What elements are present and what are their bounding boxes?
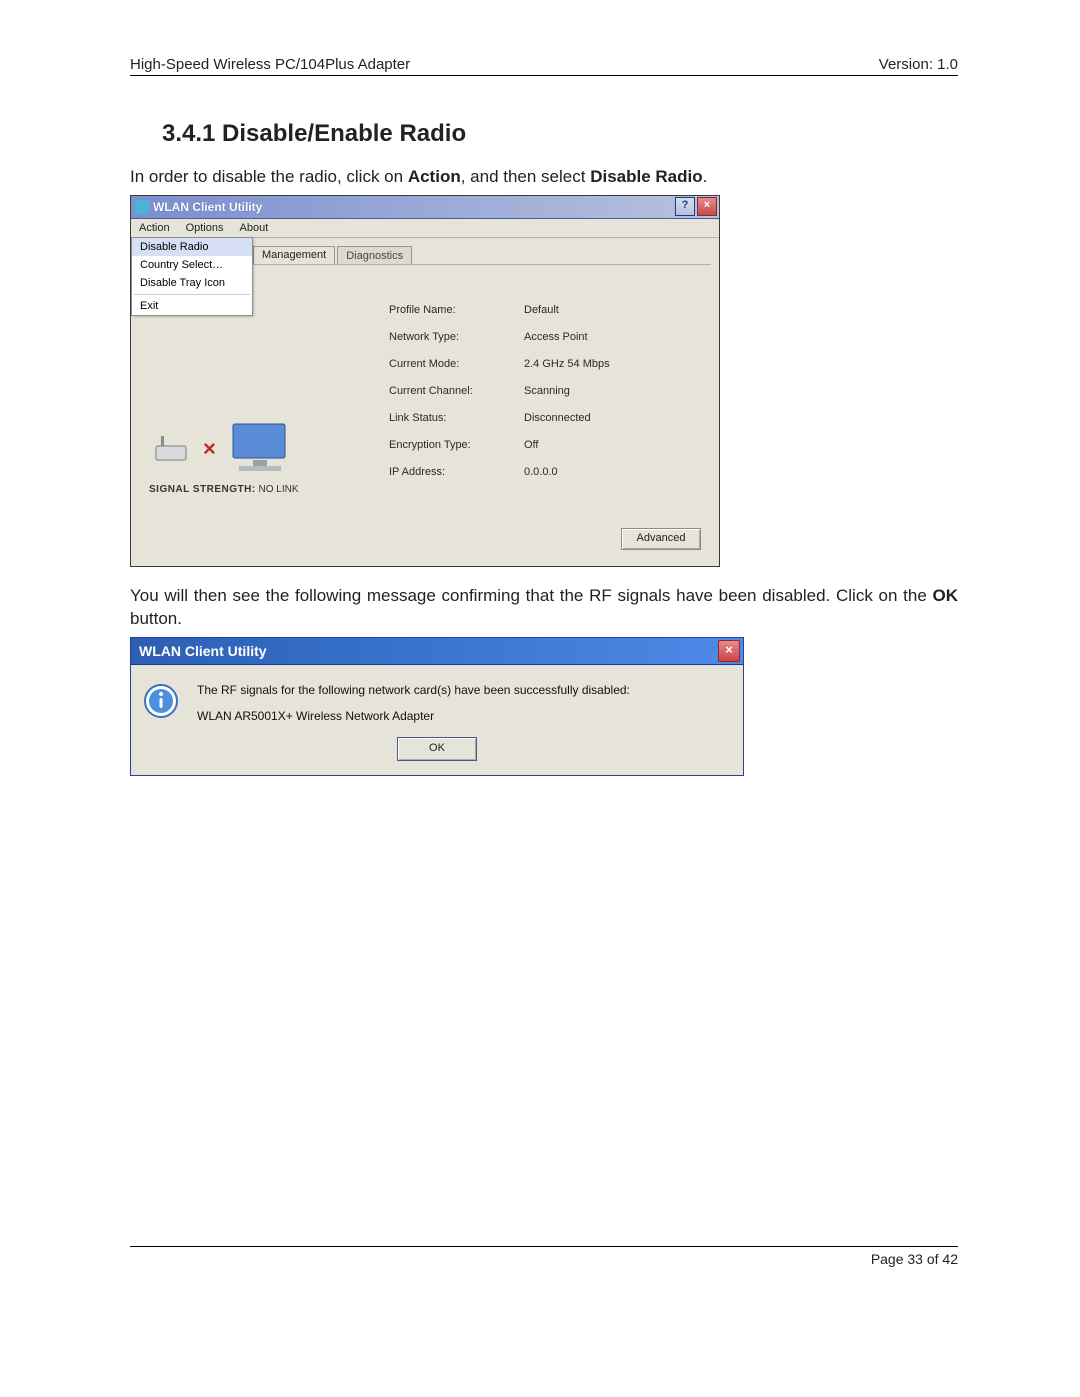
confirm-paragraph: You will then see the following message … [130,585,958,631]
label-current-mode: Current Mode: [389,358,524,370]
status-row: Profile Name:Default [389,297,674,324]
dropdown-disable-tray-icon[interactable]: Disable Tray Icon [132,274,252,292]
footer-rule [130,1246,958,1247]
figure-wlan-main-window: WLAN Client Utility ? × Action Options A… [130,195,958,567]
intro-post: . [703,167,708,186]
value-profile-name: Default [524,304,674,316]
menu-action[interactable]: Action [131,219,178,237]
help-button[interactable]: ? [675,197,695,216]
header-left: High-Speed Wireless PC/104Plus Adapter [130,56,410,73]
dialog-titlebar: WLAN Client Utility × [131,638,743,665]
status-grid: Profile Name:Default Network Type:Access… [389,297,674,486]
label-ip-address: IP Address: [389,466,524,478]
value-current-mode: 2.4 GHz 54 Mbps [524,358,674,370]
window-title: WLAN Client Utility [153,200,675,214]
dropdown-exit[interactable]: Exit [132,297,252,315]
page-footer: Page 33 of 42 [130,1251,958,1267]
dropdown-disable-radio[interactable]: Disable Radio [132,238,252,256]
intro-paragraph: In order to disable the radio, click on … [130,166,958,189]
adapter-graphic: × [155,416,307,474]
label-encryption-type: Encryption Type: [389,439,524,451]
signal-strength-label: SIGNAL STRENGTH: [149,484,256,495]
action-dropdown: Disable Radio Country Select… Disable Tr… [131,237,253,316]
dialog-body: The RF signals for the following network… [131,665,743,731]
figure-confirmation-dialog: WLAN Client Utility × The RF signals for… [130,637,958,776]
app-icon [135,200,149,214]
dialog-close-button[interactable]: × [718,640,740,662]
title-buttons: ? × [675,197,719,216]
header-right: Version: 1.0 [879,56,958,73]
value-ip-address: 0.0.0.0 [524,466,674,478]
dialog-message-area: The RF signals for the following network… [197,683,727,723]
status-row: Network Type:Access Point [389,324,674,351]
svg-text:×: × [203,436,216,461]
intro-pre: In order to disable the radio, click on [130,167,408,186]
dialog-button-row: OK [131,731,743,775]
value-network-type: Access Point [524,331,674,343]
label-profile-name: Profile Name: [389,304,524,316]
intro-mid: , and then select [461,167,590,186]
status-row: Current Mode:2.4 GHz 54 Mbps [389,351,674,378]
value-encryption-type: Off [524,439,674,451]
section-heading: 3.4.1 Disable/Enable Radio [162,120,958,148]
label-network-type: Network Type: [389,331,524,343]
info-icon [143,683,179,719]
tab-management[interactable]: Management [253,246,335,264]
dialog-message-line2: WLAN AR5001X+ Wireless Network Adapter [197,709,727,723]
work-area: Disable Radio Country Select… Disable Tr… [131,238,719,566]
ok-button[interactable]: OK [397,737,477,761]
dialog-title: WLAN Client Utility [139,643,718,659]
intro-disable-radio: Disable Radio [590,167,702,186]
tabs: Management Diagnostics [253,246,414,264]
para2-pre: You will then see the following message … [130,586,933,605]
dialog-message-line1: The RF signals for the following network… [197,683,727,697]
intro-action: Action [408,167,461,186]
signal-strength: SIGNAL STRENGTH: NO LINK [149,484,299,495]
page-header: High-Speed Wireless PC/104Plus Adapter V… [130,56,958,76]
menu-about[interactable]: About [232,219,277,237]
label-current-channel: Current Channel: [389,385,524,397]
status-row: Current Channel:Scanning [389,378,674,405]
label-link-status: Link Status: [389,412,524,424]
para2-ok: OK [933,586,959,605]
status-row: Encryption Type:Off [389,432,674,459]
signal-strength-value: NO LINK [259,484,299,495]
menu-options[interactable]: Options [178,219,232,237]
dropdown-country-select[interactable]: Country Select… [132,256,252,274]
advanced-button[interactable]: Advanced [621,528,701,550]
dropdown-separator [134,294,250,295]
status-row: Link Status:Disconnected [389,405,674,432]
wlan-client-utility-window: WLAN Client Utility ? × Action Options A… [130,195,720,567]
value-link-status: Disconnected [524,412,674,424]
titlebar: WLAN Client Utility ? × [131,196,719,219]
para2-post: button. [130,609,182,628]
confirmation-dialog: WLAN Client Utility × The RF signals for… [130,637,744,776]
status-row: IP Address:0.0.0.0 [389,459,674,486]
close-button[interactable]: × [697,197,717,216]
menubar: Action Options About [131,219,719,238]
value-current-channel: Scanning [524,385,674,397]
tab-diagnostics[interactable]: Diagnostics [337,246,412,264]
